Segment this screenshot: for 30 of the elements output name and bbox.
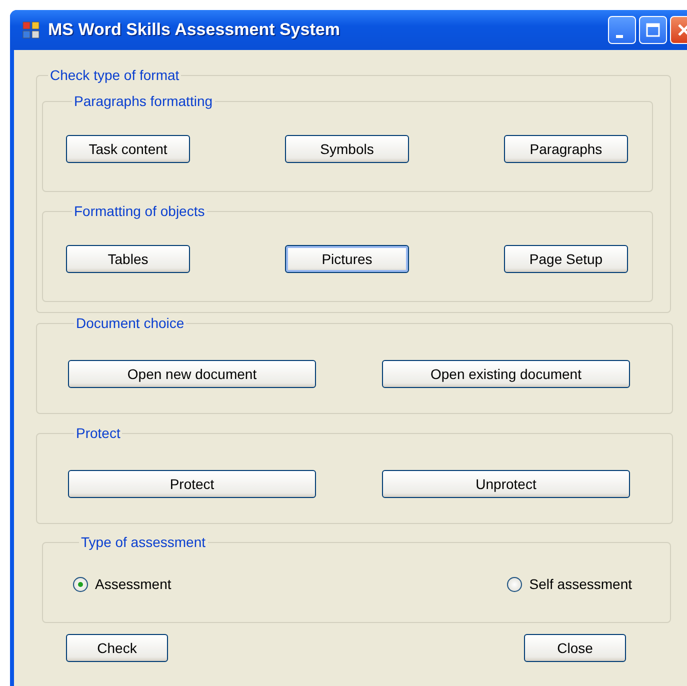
push-button[interactable]: Open new document — [68, 360, 316, 388]
maximize-button[interactable] — [639, 16, 667, 44]
push-button[interactable]: Unprotect — [382, 470, 630, 498]
push-button[interactable]: Protect — [68, 470, 316, 498]
radio-label: Self assessment — [529, 576, 632, 592]
radio-button[interactable] — [73, 576, 88, 592]
window-title: MS Word Skills Assessment System — [48, 20, 341, 40]
minimize-button[interactable] — [608, 16, 636, 44]
push-button[interactable]: Page Setup — [504, 245, 628, 273]
push-button[interactable]: Pictures — [285, 245, 409, 273]
push-button[interactable]: Symbols — [285, 135, 409, 163]
group-title: Document choice — [75, 315, 186, 331]
push-button[interactable]: Close — [524, 634, 626, 662]
push-button[interactable]: Paragraphs — [504, 135, 628, 163]
minimize-icon — [616, 34, 623, 38]
push-button[interactable]: Tables — [66, 245, 190, 273]
group-title: Formatting of objects — [73, 203, 206, 219]
maximize-icon — [645, 22, 661, 38]
radio-button[interactable] — [507, 576, 522, 592]
group-title: Check type of format — [49, 67, 180, 83]
group-title: Paragraphs formatting — [73, 93, 214, 109]
group-title: Protect — [75, 425, 122, 441]
push-button[interactable]: Open existing document — [382, 360, 630, 388]
radio-label: Assessment — [95, 576, 172, 592]
group-title: Type of assessment — [80, 534, 207, 550]
push-button[interactable]: Check — [66, 634, 168, 662]
push-button[interactable]: Task content — [66, 135, 190, 163]
app-icon — [22, 21, 40, 39]
radio-option[interactable]: Self assessment — [507, 576, 632, 592]
radio-option[interactable]: Assessment — [73, 576, 172, 592]
